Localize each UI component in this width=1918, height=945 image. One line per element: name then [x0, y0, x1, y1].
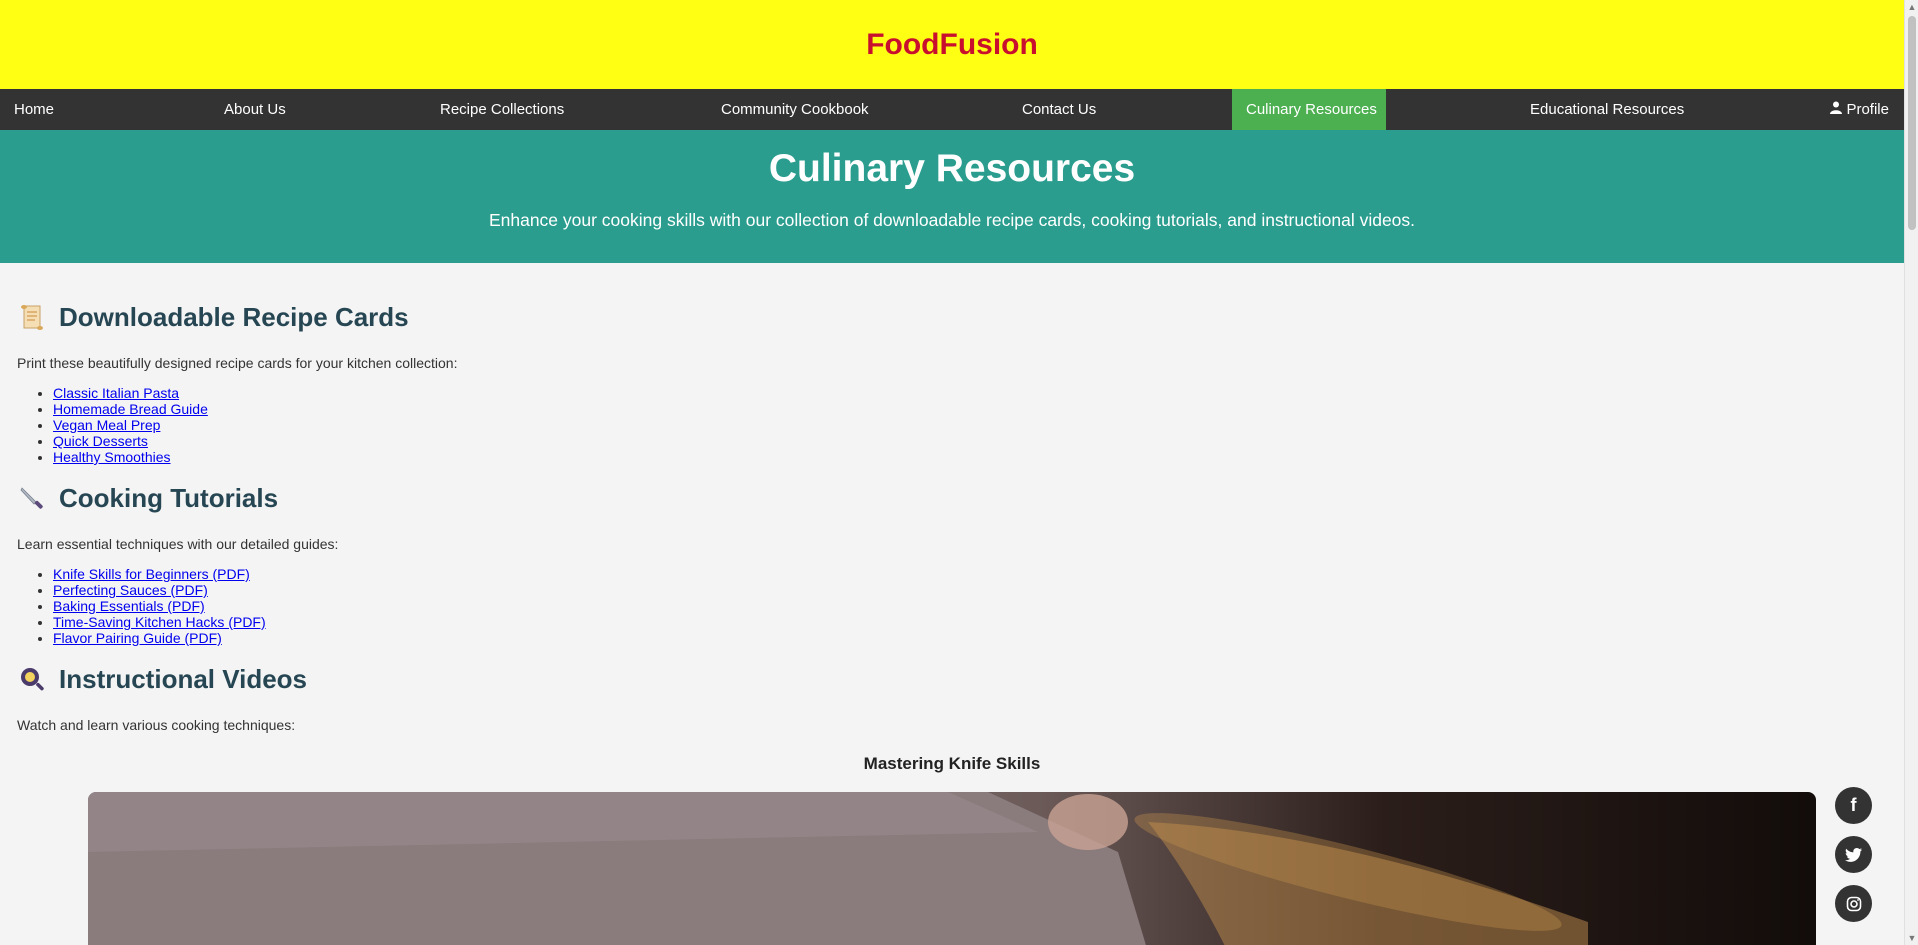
- frying-pan-icon: [17, 664, 47, 694]
- list-item: Vegan Meal Prep: [53, 417, 1887, 433]
- social-links: f: [1835, 787, 1872, 922]
- recipe-card-link[interactable]: Healthy Smoothies: [53, 449, 171, 465]
- recipe-cards-section: Downloadable Recipe Cards Print these be…: [17, 299, 1887, 466]
- tutorial-link[interactable]: Baking Essentials (PDF): [53, 598, 205, 614]
- section-heading: Instructional Videos: [17, 661, 1887, 697]
- recipe-card-link[interactable]: Vegan Meal Prep: [53, 417, 160, 433]
- recipe-card-link[interactable]: Classic Italian Pasta: [53, 385, 179, 401]
- list-item: Time-Saving Kitchen Hacks (PDF): [53, 614, 1887, 630]
- tutorial-link[interactable]: Knife Skills for Beginners (PDF): [53, 566, 250, 582]
- facebook-icon[interactable]: f: [1835, 787, 1872, 824]
- videos-section: Instructional Videos Watch and learn var…: [17, 661, 1887, 945]
- user-icon: [1830, 101, 1843, 118]
- nav-about-us[interactable]: About Us: [210, 89, 426, 130]
- list-item: Baking Essentials (PDF): [53, 598, 1887, 614]
- list-item: Perfecting Sauces (PDF): [53, 582, 1887, 598]
- nav-community-cookbook[interactable]: Community Cookbook: [707, 89, 1008, 130]
- tutorial-link[interactable]: Time-Saving Kitchen Hacks (PDF): [53, 614, 266, 630]
- hero-banner: Culinary Resources Enhance your cooking …: [0, 130, 1904, 263]
- list-item: Quick Desserts: [53, 433, 1887, 449]
- section-description: Print these beautifully designed recipe …: [17, 355, 458, 371]
- video-player[interactable]: [88, 792, 1816, 945]
- section-heading: Cooking Tutorials: [17, 480, 1887, 516]
- nav-culinary-resources[interactable]: Culinary Resources: [1232, 89, 1386, 130]
- nav-contact-us[interactable]: Contact Us: [1008, 89, 1232, 130]
- nav-recipe-collections[interactable]: Recipe Collections: [426, 89, 707, 130]
- tutorial-link[interactable]: Flavor Pairing Guide (PDF): [53, 630, 222, 646]
- nav-profile[interactable]: Profile: [1816, 89, 1904, 130]
- nav-home[interactable]: Home: [0, 89, 210, 130]
- nav-educational-resources[interactable]: Educational Resources: [1516, 89, 1816, 130]
- knife-icon: [17, 483, 47, 513]
- section-heading: Downloadable Recipe Cards: [17, 299, 1887, 335]
- page-scrollbar[interactable]: ▲ ▼: [1904, 0, 1918, 945]
- video-thumbnail: [88, 792, 1588, 945]
- section-heading-text: Cooking Tutorials: [59, 482, 279, 513]
- list-item: Knife Skills for Beginners (PDF): [53, 566, 1887, 582]
- recipe-card-link[interactable]: Homemade Bread Guide: [53, 401, 208, 417]
- main-nav: Home About Us Recipe Collections Communi…: [0, 89, 1904, 130]
- tutorials-section: Cooking Tutorials Learn essential techni…: [17, 480, 1887, 647]
- list-item: Flavor Pairing Guide (PDF): [53, 630, 1887, 646]
- video-title: Mastering Knife Skills: [863, 754, 1041, 773]
- page-subtitle: Enhance your cooking skills with our col…: [488, 210, 1416, 230]
- tutorial-list: Knife Skills for Beginners (PDF) Perfect…: [17, 566, 1887, 646]
- profile-label: Profile: [1846, 101, 1889, 118]
- section-description: Learn essential techniques with our deta…: [17, 536, 339, 552]
- section-heading-text: Downloadable Recipe Cards: [59, 301, 409, 332]
- page-title: Culinary Resources: [768, 147, 1136, 190]
- site-logo-title[interactable]: FoodFusion: [866, 28, 1038, 62]
- scrollbar-thumb[interactable]: [1908, 16, 1916, 230]
- nav-gap: [1386, 89, 1516, 130]
- site-header: FoodFusion: [0, 0, 1904, 89]
- tutorial-link[interactable]: Perfecting Sauces (PDF): [53, 582, 208, 598]
- twitter-icon[interactable]: [1835, 836, 1872, 873]
- list-item: Homemade Bread Guide: [53, 401, 1887, 417]
- page: FoodFusion Home About Us Recipe Collecti…: [0, 0, 1904, 945]
- recipe-card-list: Classic Italian Pasta Homemade Bread Gui…: [17, 385, 1887, 465]
- main-content: Downloadable Recipe Cards Print these be…: [0, 263, 1904, 945]
- list-item: Classic Italian Pasta: [53, 385, 1887, 401]
- list-item: Healthy Smoothies: [53, 449, 1887, 465]
- section-heading-text: Instructional Videos: [59, 663, 308, 694]
- section-description: Watch and learn various cooking techniqu…: [17, 717, 296, 733]
- recipe-card-link[interactable]: Quick Desserts: [53, 433, 148, 449]
- scroll-up-icon[interactable]: ▲: [1905, 0, 1918, 14]
- instagram-icon[interactable]: [1835, 885, 1872, 922]
- scroll-down-icon[interactable]: ▼: [1905, 931, 1918, 945]
- scroll-icon: [17, 302, 47, 332]
